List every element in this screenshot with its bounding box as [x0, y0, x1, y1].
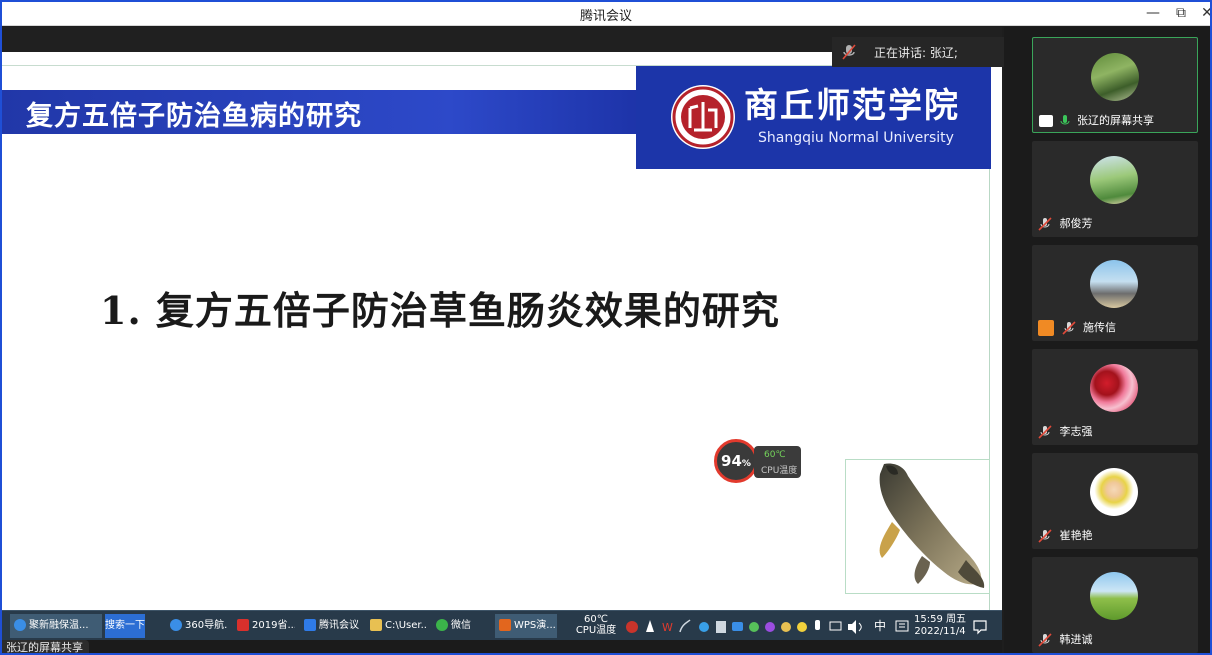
taskbar-label: 腾讯会议 [319, 620, 359, 631]
participant-card[interactable]: 崔艳艳 [1032, 453, 1198, 549]
mic-off-icon [1038, 529, 1052, 543]
participant-name: 李志强 [1038, 424, 1093, 440]
restore-button[interactable]: ⧉ [1170, 4, 1192, 22]
avatar [1090, 260, 1138, 308]
windows-taskbar: 聚新融保温... 搜索一下 360导航... 2019省... 腾讯会议 C:\… [2, 610, 1002, 640]
participant-name-label: 崔艳艳 [1059, 529, 1093, 542]
mic-off-icon [1038, 633, 1052, 647]
clock[interactable]: 15:59 周五 2022/11/4 [914, 614, 966, 638]
mic-off-icon [1061, 321, 1076, 335]
cpu-temp-value: 60℃ [764, 450, 786, 460]
folder-icon [370, 619, 382, 631]
wps-presentation-icon [499, 619, 511, 631]
avatar [1090, 364, 1138, 412]
participant-card[interactable]: 施传信 [1032, 245, 1198, 341]
participant-name-label: 李志强 [1059, 425, 1093, 438]
participant-name-label: 郝俊芳 [1059, 217, 1093, 230]
close-button[interactable]: ✕ [1196, 4, 1210, 22]
title-bar: 腾讯会议 — ⧉ ✕ [2, 2, 1210, 26]
participant-name-label: 施传信 [1083, 321, 1116, 334]
tencent-meeting-window: 腾讯会议 — ⧉ ✕ 复方五倍子防治鱼病的研究 商丘师范学院 Shangqiu … [0, 0, 1212, 655]
tray-cpu-temp[interactable]: 60℃ CPU温度 [574, 614, 618, 638]
taskbar-label: 微信 [451, 620, 471, 631]
keyboard-icon[interactable] [895, 614, 909, 638]
clock-date: 2022/11/4 [914, 626, 966, 637]
ie-icon [14, 619, 26, 631]
participant-card[interactable]: 韩进诚 [1032, 557, 1198, 653]
avatar [1091, 53, 1139, 101]
taskbar-item-wps-writer[interactable]: 2019省... [233, 614, 295, 638]
clock-time: 15:59 周五 [914, 614, 966, 625]
cpu-usage-gauge[interactable]: 94% [714, 439, 758, 483]
svg-text:W: W [662, 621, 673, 634]
avatar [1090, 572, 1138, 620]
mic-on-icon [1060, 115, 1069, 125]
taskbar-search-button[interactable]: 搜索一下 [105, 614, 145, 638]
university-name-en: Shangqiu Normal University [758, 130, 954, 146]
slide-title: 复方五倍子防治鱼病的研究 [26, 101, 362, 132]
tray-cpu-temp-value: 60℃ [584, 614, 608, 625]
tray-cpu-temp-label: CPU温度 [575, 625, 617, 636]
minimize-button[interactable]: — [1142, 4, 1164, 22]
system-tray-icons[interactable]: W [624, 614, 870, 638]
taskbar-item-explorer[interactable]: C:\User... [366, 614, 428, 638]
shared-screen: 复方五倍子防治鱼病的研究 商丘师范学院 Shangqiu Normal Univ… [2, 52, 1002, 626]
taskbar-item-browser[interactable]: 聚新融保温... [10, 614, 102, 638]
wps-writer-icon [237, 619, 249, 631]
participant-card[interactable]: 李志强 [1032, 349, 1198, 445]
avatar [1090, 468, 1138, 516]
taskbar-label: 2019省... [252, 620, 295, 631]
taskbar-item-360[interactable]: 360导航... [166, 614, 228, 638]
taskbar-label: WPS演... [514, 620, 556, 631]
participant-name: 郝俊芳 [1038, 216, 1093, 232]
taskbar-item-wps-presentation[interactable]: WPS演... [495, 614, 557, 638]
participant-name-label: 韩进诚 [1059, 633, 1093, 646]
cpu-temp-card: 60℃ CPU温度 [754, 446, 801, 478]
avatar [1090, 156, 1138, 204]
ime-indicator[interactable]: 中 [874, 614, 888, 638]
mic-off-icon [1038, 425, 1052, 439]
taskbar-item-wechat[interactable]: 微信 [432, 614, 488, 638]
cpu-usage-value: 94 [721, 452, 742, 470]
wechat-icon [436, 619, 448, 631]
mic-off-icon [1038, 217, 1052, 231]
participant-card[interactable]: 张辽的屏幕共享 [1032, 37, 1198, 133]
tencent-meeting-icon [304, 619, 316, 631]
slide-heading: 1. 复方五倍子防治草鱼肠炎效果的研究 [100, 288, 780, 333]
university-logo-banner: 商丘师范学院 Shangqiu Normal University [636, 66, 991, 169]
screen-share-icon [1039, 115, 1053, 127]
ie-icon [170, 619, 182, 631]
fish-image [845, 459, 990, 594]
taskbar-label: C:\User... [385, 620, 428, 631]
screen-share-tag-label: 张辽的屏幕共享 [6, 641, 83, 654]
university-seal-icon [671, 85, 735, 149]
participant-card[interactable]: 郝俊芳 [1032, 141, 1198, 237]
participant-name-label: 张辽的屏幕共享 [1077, 114, 1154, 127]
user-avatar-icon [1038, 320, 1054, 336]
taskbar-label: 360导航... [185, 620, 228, 631]
bottom-strip [2, 640, 1002, 653]
university-name-cn: 商丘师范学院 [744, 86, 960, 126]
participant-name: 施传信 [1038, 320, 1116, 336]
mic-off-icon [842, 44, 856, 60]
notification-icon[interactable] [972, 614, 988, 638]
participant-name: 崔艳艳 [1038, 528, 1093, 544]
cpu-usage-unit: % [741, 459, 751, 469]
screen-share-tag: 张辽的屏幕共享 [2, 640, 89, 654]
taskbar-label: 聚新融保温... [29, 620, 89, 631]
window-title: 腾讯会议 [579, 9, 632, 24]
slide-title-band: 复方五倍子防治鱼病的研究 [2, 90, 642, 134]
grass-carp-illustration [879, 463, 985, 588]
taskbar-item-tencent-meeting[interactable]: 腾讯会议 [300, 614, 362, 638]
speaking-label: 正在讲话: 张辽; [874, 46, 958, 60]
cpu-temp-label: CPU温度 [761, 466, 798, 476]
taskbar-search-label: 搜索一下 [105, 620, 145, 631]
participant-name: 韩进诚 [1038, 632, 1093, 648]
participant-name: 张辽的屏幕共享 [1039, 113, 1154, 129]
